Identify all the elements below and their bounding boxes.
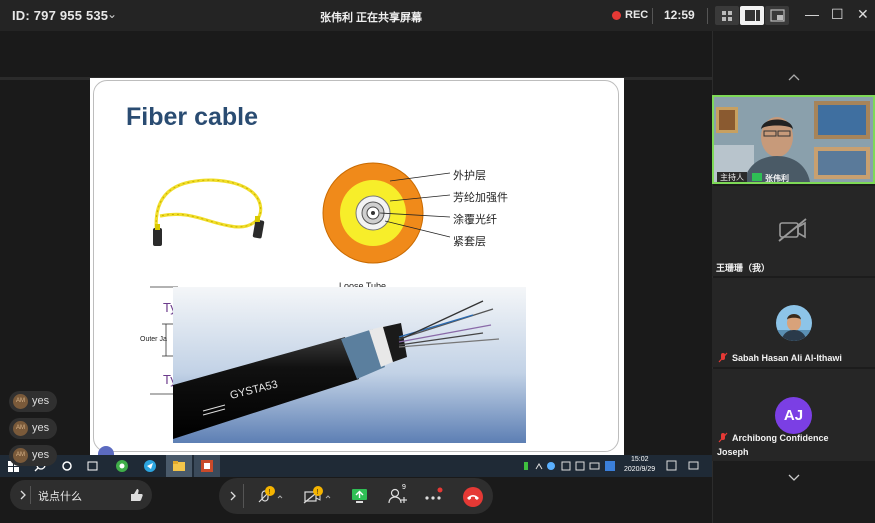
show-desktop-icon[interactable] <box>688 459 700 473</box>
meeting-id[interactable]: ID: 797 955 535 <box>12 8 108 23</box>
muted-mic-icon <box>718 432 728 443</box>
taskbar-time[interactable]: 15:02 <box>631 456 649 463</box>
participant-name: 张伟利 <box>765 174 789 183</box>
avatar: AM <box>13 448 28 463</box>
gallery-view-button[interactable] <box>715 6 739 25</box>
cortana-icon[interactable] <box>60 458 74 474</box>
taskbar-app-active[interactable] <box>166 455 192 477</box>
grid-icon <box>722 11 732 21</box>
muted-mic-icon <box>718 352 728 363</box>
chevron-down-icon[interactable]: ⌄ <box>107 7 117 21</box>
chat-reaction: AM yes <box>9 445 57 466</box>
powerpoint-icon <box>201 460 213 472</box>
sharing-icon <box>752 173 762 181</box>
label-coated-fiber: 涂覆光纤 <box>453 214 497 226</box>
avatar <box>776 305 812 341</box>
rec-label[interactable]: REC <box>625 9 648 21</box>
reaction-text: yes <box>32 422 50 434</box>
avatar: AM <box>13 421 28 436</box>
close-button[interactable]: ✕ <box>857 6 869 23</box>
armored-cable-image: GYSTA53 <box>173 287 526 443</box>
participant-tile-sabah[interactable]: Sabah Hasan Ali Al-Ithawi <box>712 278 875 367</box>
notification-icon[interactable] <box>666 459 678 473</box>
chevron-right-icon[interactable] <box>18 489 28 501</box>
host-badge: 主持人 <box>717 172 747 182</box>
divider <box>707 8 708 24</box>
participant-name: 王珊珊（我） <box>716 263 771 273</box>
participant-name: Sabah Hasan Ali Al-Ithawi <box>732 353 842 363</box>
more-options-icon[interactable] <box>422 486 444 508</box>
camera-off-icon <box>778 218 807 242</box>
chevron-down-icon[interactable] <box>787 473 801 483</box>
participant-tile-host[interactable]: 主持人 张伟利 <box>712 95 875 184</box>
system-tray-icons[interactable] <box>522 459 622 473</box>
taskbar-app-powerpoint[interactable] <box>194 455 220 477</box>
divider <box>652 8 653 24</box>
browser-icon[interactable] <box>115 458 129 474</box>
meeting-timer: 12:59 <box>664 8 695 22</box>
meeting-controls: ! ! 9 <box>219 478 493 514</box>
participant-name-continued: Joseph <box>717 447 749 457</box>
participant-tile-self[interactable]: 王珊珊（我） <box>712 186 875 276</box>
chat-reaction: AM yes <box>9 391 57 412</box>
reaction-text: yes <box>32 395 50 407</box>
windows-taskbar: 15:02 2020/9/29 <box>0 455 712 477</box>
minimize-button[interactable]: — <box>805 6 819 22</box>
divider <box>243 484 244 508</box>
slide-title: Fiber cable <box>126 103 258 131</box>
svg-text:!: ! <box>317 489 319 496</box>
video-button[interactable]: ! <box>303 486 333 508</box>
avatar-initials: AJ <box>775 397 812 434</box>
task-view-icon[interactable] <box>86 458 100 474</box>
outer-jacket-label: Outer Ja <box>140 336 167 343</box>
record-indicator-icon <box>612 11 621 20</box>
telegram-icon[interactable] <box>143 458 157 474</box>
participant-name: Archibong Confidence <box>732 433 829 443</box>
picture-in-picture-icon <box>770 9 785 22</box>
label-aramid-strength: 芳纶加强件 <box>453 192 508 204</box>
file-explorer-icon <box>173 461 185 471</box>
chat-input-bar[interactable]: 说点什么 <box>10 480 152 510</box>
maximize-button[interactable]: ☐ <box>831 6 844 23</box>
label-outer-sheath: 外护层 <box>453 170 486 182</box>
reaction-text: yes <box>32 449 50 461</box>
leave-meeting-button[interactable] <box>461 485 485 509</box>
patch-cord-image <box>153 178 265 246</box>
pip-view-button[interactable] <box>765 6 789 25</box>
presenter-badge <box>98 446 114 455</box>
svg-text:!: ! <box>269 489 271 496</box>
share-screen-icon[interactable] <box>350 487 370 505</box>
host-video-feed <box>714 97 873 182</box>
divider <box>30 486 31 504</box>
speaker-layout-icon <box>745 10 760 21</box>
chevron-up-icon[interactable] <box>787 72 801 82</box>
leader-lines <box>380 172 451 238</box>
screen-share-status: 张伟利 正在共享屏幕 <box>320 12 423 24</box>
title-bar: ID: 797 955 535 ⌄ 张伟利 正在共享屏幕 REC 12:59 —… <box>0 0 875 31</box>
chat-reaction: AM yes <box>9 418 57 439</box>
label-tight-buffer: 紧套层 <box>453 236 486 248</box>
participant-tile-archibong[interactable]: AJ Archibong Confidence Joseph <box>712 369 875 461</box>
chat-input-placeholder[interactable]: 说点什么 <box>38 488 82 504</box>
mute-button[interactable]: ! <box>257 486 285 508</box>
chevron-right-icon[interactable] <box>228 490 238 502</box>
speaker-view-button[interactable] <box>740 6 764 25</box>
participants-count: 9 <box>402 484 406 491</box>
thumbs-up-icon[interactable] <box>129 488 143 502</box>
avatar: AM <box>13 394 28 409</box>
taskbar-date[interactable]: 2020/9/29 <box>624 466 655 473</box>
